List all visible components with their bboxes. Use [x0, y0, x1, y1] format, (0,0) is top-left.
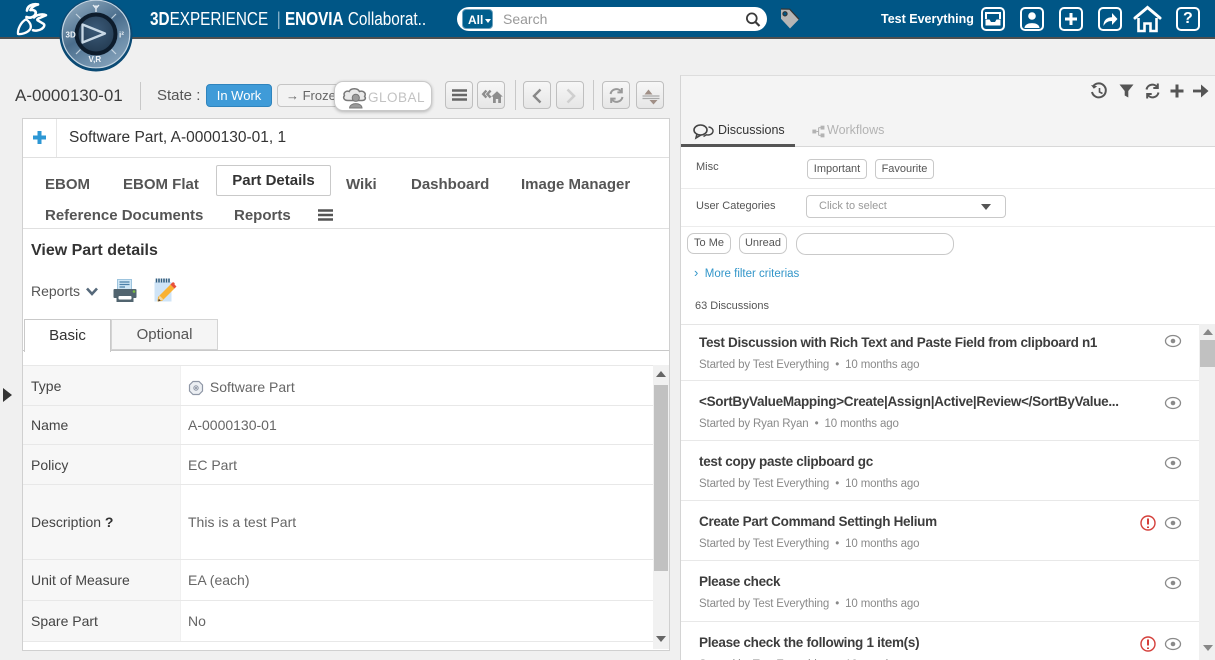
svg-text:V,R: V,R — [89, 55, 102, 64]
svg-text:i²: i² — [119, 31, 124, 40]
svg-text:3D: 3D — [66, 31, 76, 40]
